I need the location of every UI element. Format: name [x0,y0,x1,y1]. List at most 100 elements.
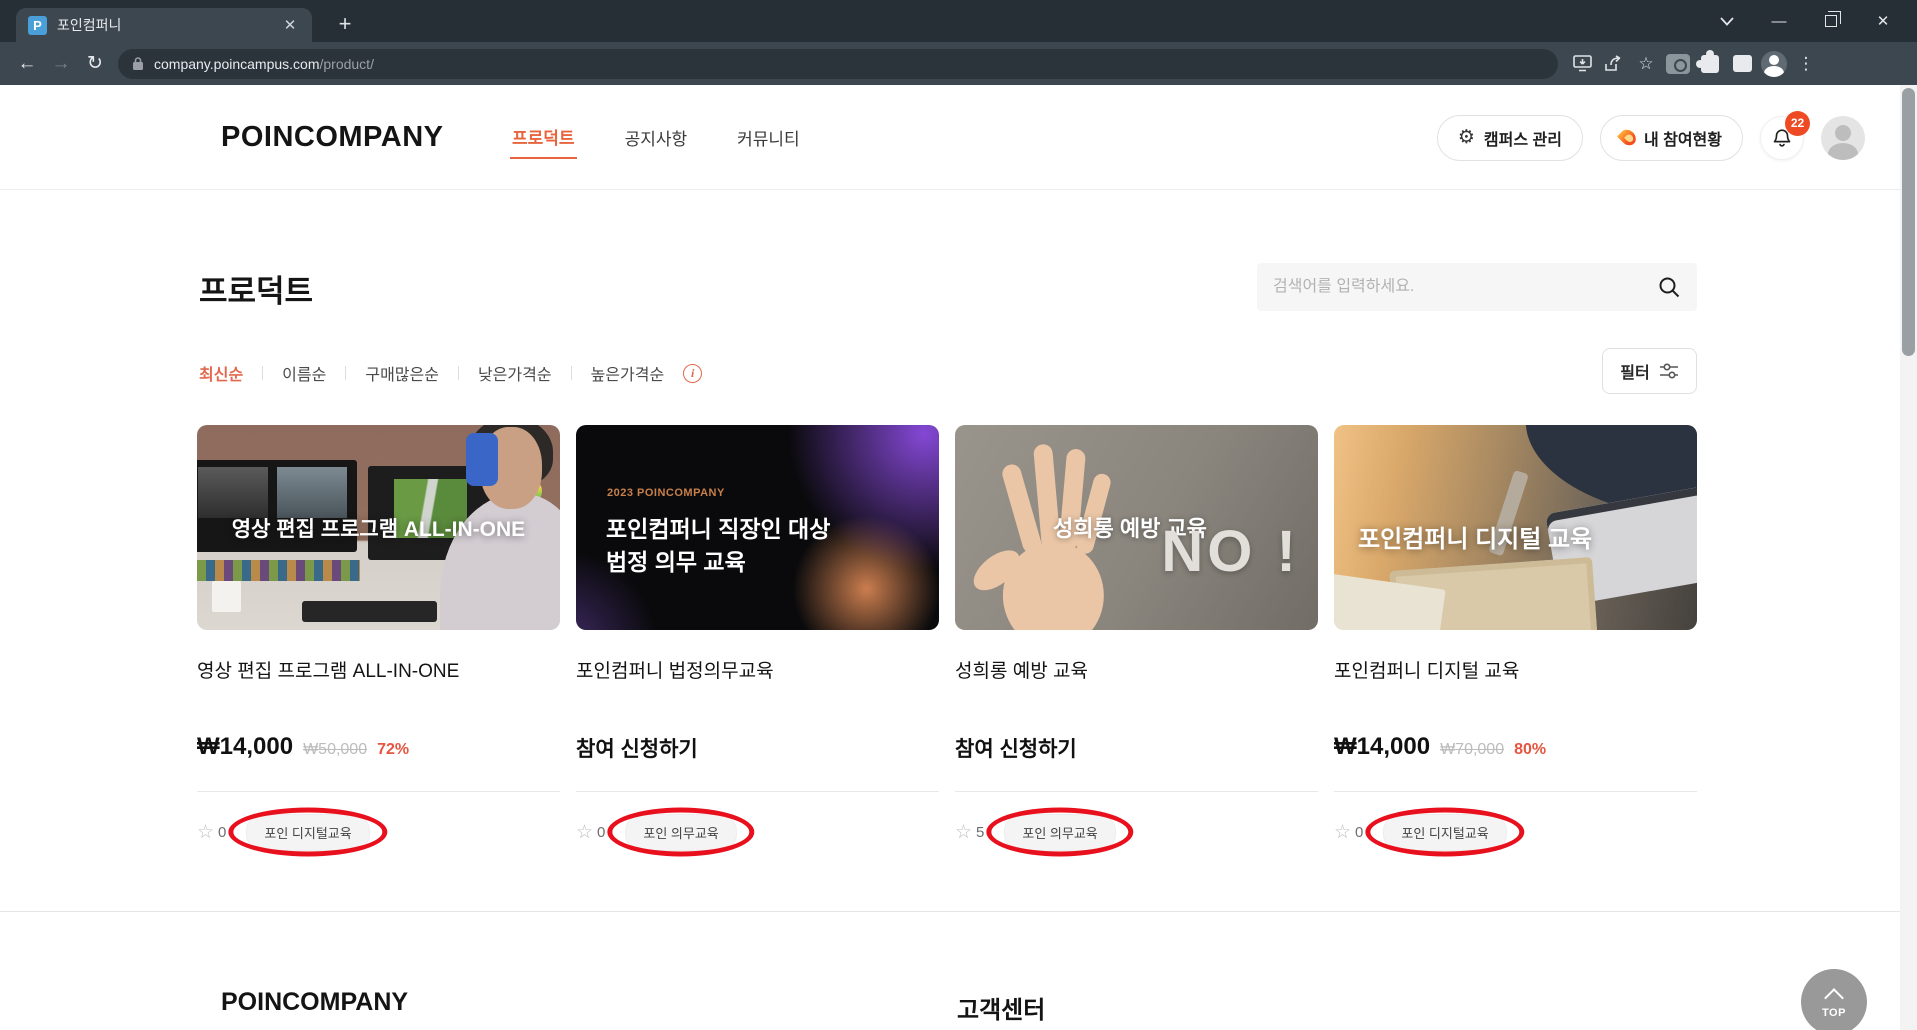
fire-icon [1616,126,1639,149]
thumbnail-caption: 영상 편집 프로그램 ALL-IN-ONE [231,517,526,541]
info-icon[interactable]: i [683,363,703,383]
tab-title: 포인컴퍼니 [57,17,122,33]
chevron-up-icon [1824,988,1844,1008]
discount-rate: 72% [377,741,410,758]
user-avatar[interactable] [1821,115,1865,160]
window-restore-button[interactable] [1805,0,1857,42]
product-title[interactable]: 포인컴퍼니 법정의무교육 [576,656,939,683]
search-box [1257,263,1697,311]
category-badge-wrap: 포인 디지털교육 [228,807,388,857]
product-title[interactable]: 포인컴퍼니 디지털 교육 [1334,656,1697,683]
favorite-count: 5 [976,823,985,841]
browser-window: P 포인컴퍼니 ✕ + — ✕ ← → ↻ company.poincampus… [0,0,1917,1030]
product-thumbnail[interactable]: 2023 POINCOMPANY 포인컴퍼니 직장인 대상 법정 의무 교육 [576,425,939,630]
scrollbar-thumb[interactable] [1902,88,1915,356]
site-favicon: P [28,15,47,35]
gear-icon: ⚙ [1457,127,1475,148]
bookmark-star-icon[interactable]: ☆ [1630,48,1662,80]
category-badge[interactable]: 포인 디지털교육 [1383,813,1507,851]
footer-customer-center: 고객센터 [957,997,1046,1024]
page-scrollbar[interactable] [1900,85,1917,1030]
header-actions: ⚙ 캠퍼스 관리 내 참여현황 22 [1436,85,1865,190]
window-close-button[interactable]: ✕ [1857,0,1909,42]
window-minimize-button[interactable]: — [1753,0,1805,42]
product-title[interactable]: 영상 편집 프로그램 ALL-IN-ONE [197,656,560,683]
thumbnail-no-text: NO ! [1161,519,1300,585]
camera-extension-icon[interactable] [1662,48,1694,80]
search-input[interactable] [1273,278,1657,296]
product-thumbnail[interactable]: 포인컴퍼니 디지털 교육 [1334,425,1697,630]
side-panel-icon[interactable] [1726,48,1758,80]
product-title[interactable]: 성희롱 예방 교육 [955,656,1318,683]
nav-item-product[interactable]: 프로덕트 [510,116,577,159]
product-card[interactable]: 성희롱 예방 교육 NO ! 성희롱 예방 교육 참여 신청하기 ☆ 5 포인 … [955,425,1318,857]
divider [955,791,1318,792]
campus-manage-label: 캠퍼스 관리 [1483,131,1562,149]
product-card[interactable]: 포인컴퍼니 디지털 교육 포인컴퍼니 디지털 교육 ₩14,000 ₩70,00… [1334,425,1697,857]
divider [197,791,560,792]
thumbnail-caption: 법정 의무 교육 [606,549,746,575]
product-card[interactable]: 2023 POINCOMPANY 포인컴퍼니 직장인 대상 법정 의무 교육 포… [576,425,939,857]
notification-button[interactable]: 22 [1760,110,1810,160]
product-thumbnail[interactable]: 영상 편집 프로그램 ALL-IN-ONE [197,425,560,630]
profile-avatar-icon[interactable] [1758,48,1790,80]
favorite-count: 0 [218,823,227,841]
card-footer: ☆ 0 포인 디지털교육 [1334,807,1697,857]
original-price: ₩70,000 [1440,741,1505,758]
filter-button[interactable]: 필터 [1602,348,1697,394]
favorite-star-icon[interactable]: ☆ [576,821,593,844]
category-badge[interactable]: 포인 디지털교육 [246,813,370,851]
back-icon[interactable]: ← [10,47,44,81]
category-badge[interactable]: 포인 의무교육 [625,813,737,851]
divider [345,366,347,380]
notification-badge: 22 [1785,110,1810,136]
scroll-top-button[interactable]: TOP [1801,969,1867,1030]
search-icon[interactable] [1657,275,1681,299]
extensions-puzzle-icon[interactable] [1694,48,1726,80]
tab-close-icon[interactable]: ✕ [280,15,300,35]
my-participation-button[interactable]: 내 참여현황 [1599,114,1743,161]
sort-price-low[interactable]: 낮은가격순 [478,361,552,385]
browser-toolbar: ← → ↻ company.poincampus.com/product/ ☆ [0,42,1917,85]
tab-search-chevron-icon[interactable] [1701,0,1753,42]
reload-icon[interactable]: ↻ [78,47,112,81]
favorite-star-icon[interactable]: ☆ [955,821,972,844]
browser-menu-icon[interactable]: ⋮ [1790,48,1822,80]
product-grid: 영상 편집 프로그램 ALL-IN-ONE 영상 편집 프로그램 ALL-IN-… [197,425,1697,857]
favorite-star-icon[interactable]: ☆ [1334,821,1351,844]
new-tab-button[interactable]: + [330,9,360,39]
category-badge[interactable]: 포인 의무교육 [1004,813,1116,851]
share-icon[interactable] [1598,48,1630,80]
url-path: /product/ [319,55,374,72]
browser-tabstrip: P 포인컴퍼니 ✕ + — ✕ [0,0,1917,42]
price-row: 참여 신청하기 [955,733,1318,763]
divider [570,366,572,380]
forward-icon[interactable]: → [44,47,78,81]
category-badge-wrap: 포인 디지털교육 [1365,807,1525,857]
sort-latest[interactable]: 최신순 [199,361,243,385]
nav-item-notice[interactable]: 공지사항 [623,117,690,158]
divider [1334,791,1697,792]
price-row: ₩14,000 ₩70,000 80% [1334,733,1697,763]
install-icon[interactable] [1566,48,1598,80]
divider [262,366,264,380]
sort-bestselling[interactable]: 구매많은순 [365,361,439,385]
product-thumbnail[interactable]: 성희롱 예방 교육 NO ! [955,425,1318,630]
sort-options: 최신순 이름순 구매많은순 낮은가격순 높은가격순 i [199,361,703,385]
browser-tab[interactable]: P 포인컴퍼니 ✕ [16,8,312,42]
site-header: POINCOMPANY 프로덕트 공지사항 커뮤니티 ⚙ 캠퍼스 관리 내 참여… [0,85,1900,190]
nav-item-community[interactable]: 커뮤니티 [735,117,802,158]
toolbar-actions: ☆ ⋮ [1566,48,1822,80]
campus-manage-button[interactable]: ⚙ 캠퍼스 관리 [1436,114,1583,161]
footer-logo: POINCOMPANY [221,988,409,1016]
favorite-star-icon[interactable]: ☆ [197,821,214,844]
sort-price-high[interactable]: 높은가격순 [591,361,665,385]
sort-name[interactable]: 이름순 [282,361,326,385]
product-card[interactable]: 영상 편집 프로그램 ALL-IN-ONE 영상 편집 프로그램 ALL-IN-… [197,425,560,857]
thumbnail-caption: 포인컴퍼니 디지털 교육 [1358,526,1593,554]
price: ₩14,000 [1334,733,1431,760]
original-price: ₩50,000 [303,741,368,758]
site-logo[interactable]: POINCOMPANY [221,121,443,154]
address-bar[interactable]: company.poincampus.com/product/ [118,48,1558,79]
divider [576,791,939,792]
